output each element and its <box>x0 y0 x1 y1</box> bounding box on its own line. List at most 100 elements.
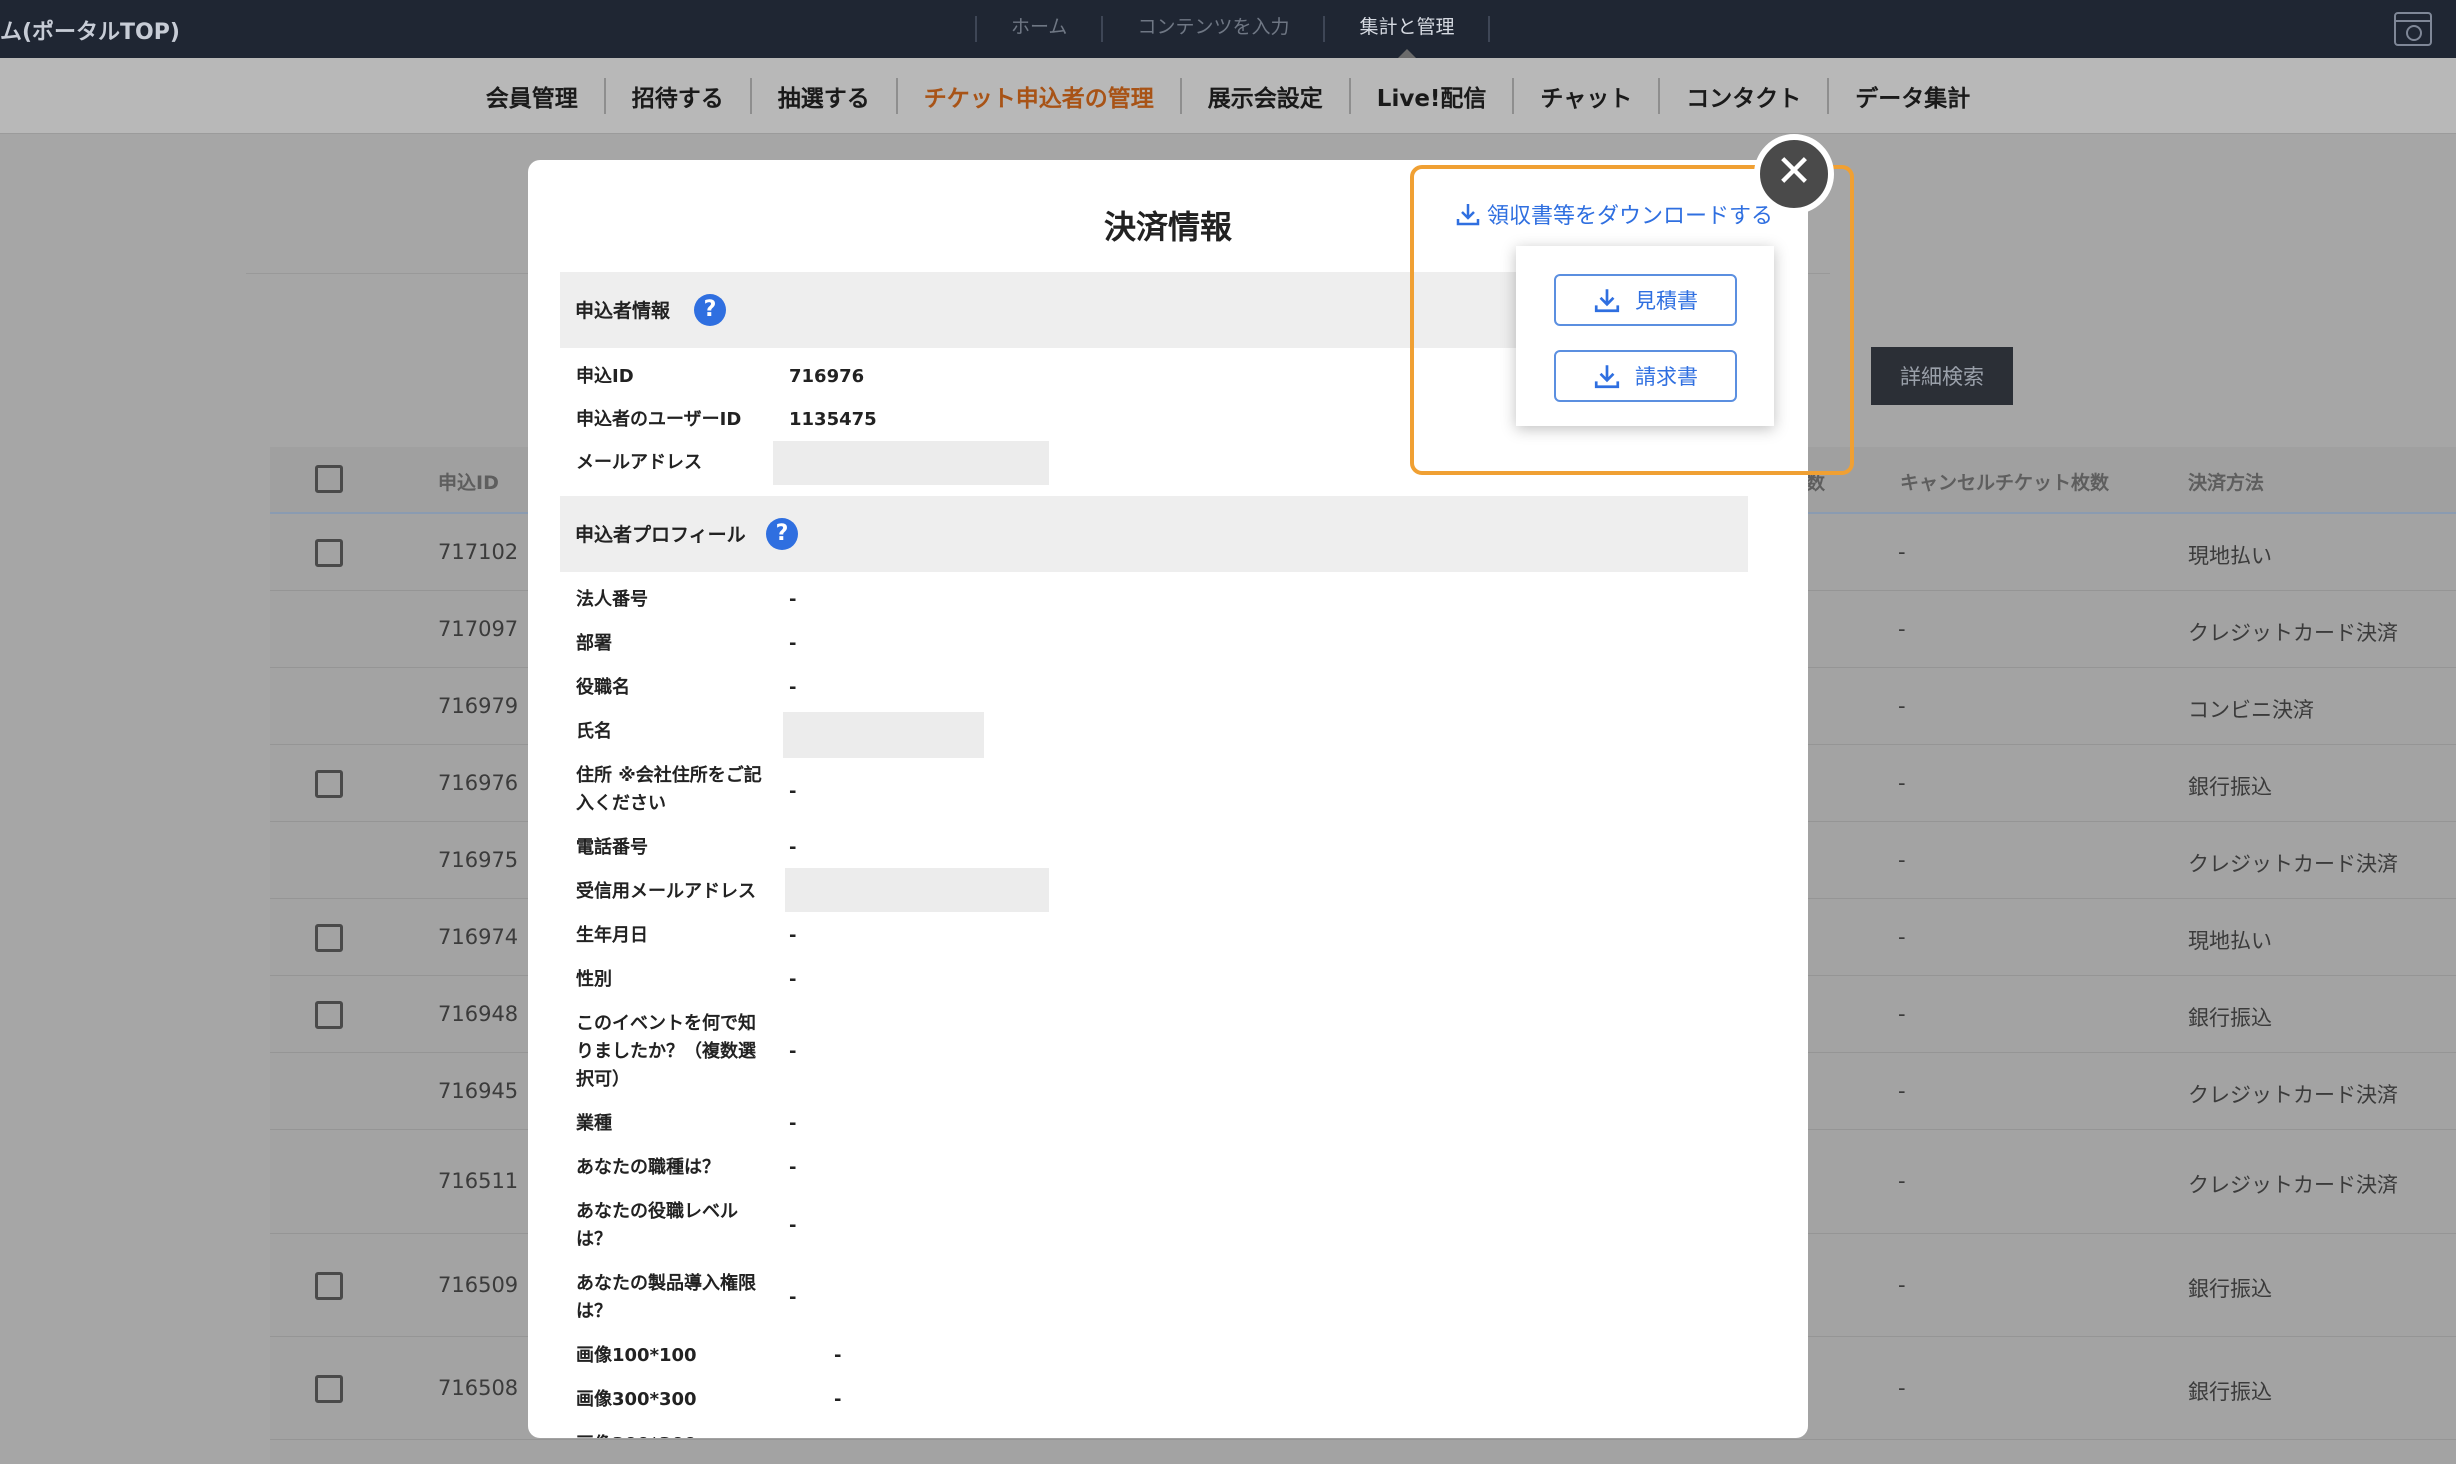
subnav-exhibition-settings[interactable]: 展示会設定 <box>1182 79 1349 113</box>
cell-payment: 現地払い <box>2188 929 2272 953</box>
cell-payment: クレジットカード決済 <box>2188 852 2398 876</box>
field-label: 法人番号 <box>576 589 648 610</box>
cell-id: 716945 <box>438 1079 519 1103</box>
field-value: - <box>834 1389 842 1410</box>
applicant-id-value: 716976 <box>789 366 865 387</box>
section-label: 申込者プロフィール <box>575 524 746 546</box>
cell-id: 716974 <box>438 925 519 949</box>
cell-cancel: - <box>1898 1079 1906 1103</box>
top-nav-aggregate-manage[interactable]: 集計と管理 <box>1325 0 1488 58</box>
cell-cancel: - <box>1898 848 1906 872</box>
field-label: 画像100*100 <box>576 1345 697 1366</box>
field-label: 受信用メールアドレス <box>576 881 756 902</box>
close-icon[interactable]: ✕ <box>1754 134 1834 214</box>
field-label: 電話番号 <box>576 837 648 858</box>
cell-id: 717097 <box>438 617 519 641</box>
email-redacted <box>773 441 1049 485</box>
subnav-contact[interactable]: コンタクト <box>1660 79 1827 113</box>
field-label: 役職名 <box>576 677 630 698</box>
recv-email-redacted <box>785 868 1049 912</box>
header-payment-method: 決済方法 <box>2188 472 2265 494</box>
applicant-profile-section: 申込者プロフィール ? <box>560 496 1748 572</box>
field-label: あなたの職種は？ <box>576 1157 720 1178</box>
subnav-members[interactable]: 会員管理 <box>460 79 604 113</box>
field-label: 生年月日 <box>576 925 648 946</box>
select-all-checkbox[interactable] <box>315 465 343 493</box>
subnav-ticket-applicants[interactable]: チケット申込者の管理 <box>898 79 1180 113</box>
cell-payment: 銀行振込 <box>2188 1277 2272 1301</box>
globe-icon[interactable] <box>2394 12 2432 46</box>
field-value: - <box>789 589 797 610</box>
field-label: このイベントを何で知りましたか？（複数選択可） <box>576 1013 756 1090</box>
cell-payment: クレジットカード決済 <box>2188 1173 2398 1197</box>
cell-payment: コンビニ決済 <box>2188 698 2314 722</box>
field-value: - <box>834 1345 842 1366</box>
cell-cancel: - <box>1898 1002 1906 1026</box>
field-label: 画像300*300 <box>576 1389 697 1410</box>
top-nav-content-input[interactable]: コンテンツを入力 <box>1103 0 1323 58</box>
row-checkbox[interactable] <box>315 924 343 952</box>
subnav-lottery[interactable]: 抽選する <box>752 79 896 113</box>
subnav-data[interactable]: データ集計 <box>1829 79 1996 113</box>
field-value: - <box>789 837 797 858</box>
cell-cancel: - <box>1898 1376 1906 1400</box>
field-value: - <box>789 925 797 946</box>
field-label: 部署 <box>576 633 612 654</box>
cell-id: 716948 <box>438 1002 519 1026</box>
help-icon[interactable]: ? <box>766 518 798 550</box>
cell-cancel: - <box>1898 694 1906 718</box>
name-redacted <box>783 712 984 758</box>
cell-id: 716508 <box>438 1376 519 1400</box>
cell-payment: 現地払い <box>2188 544 2272 568</box>
field-label: あなたの製品導入権限は？ <box>576 1273 756 1322</box>
cell-id: 716511 <box>438 1169 519 1193</box>
field-value: - <box>789 781 797 802</box>
row-checkbox[interactable] <box>315 1001 343 1029</box>
top-bar: ム(ポータルTOP) ホーム コンテンツを入力 集計と管理 <box>0 0 2456 58</box>
field-label: 画像300*300 <box>576 1430 697 1438</box>
sub-nav: 会員管理 招待する 抽選する チケット申込者の管理 展示会設定 Live!配信 … <box>0 58 2456 134</box>
subnav-live[interactable]: Live!配信 <box>1351 79 1513 113</box>
portal-top-link[interactable]: ム(ポータルTOP) <box>0 14 180 46</box>
detail-search-button[interactable]: 詳細検索 <box>1871 347 2013 405</box>
section-label: 申込者情報 <box>575 300 671 322</box>
field-value: - <box>789 1113 797 1134</box>
field-label: 性別 <box>576 969 612 990</box>
row-checkbox[interactable] <box>315 1272 343 1300</box>
field-value: - <box>789 677 797 698</box>
subnav-chat[interactable]: チャット <box>1514 79 1658 113</box>
user-id-value: 1135475 <box>789 409 877 430</box>
cell-id: 717102 <box>438 540 519 564</box>
cell-cancel: - <box>1898 540 1906 564</box>
row-checkbox[interactable] <box>315 1375 343 1403</box>
email-label: メールアドレス <box>576 452 702 473</box>
cell-cancel: - <box>1898 771 1906 795</box>
field-value: - <box>789 1157 797 1178</box>
cell-cancel: - <box>1898 1273 1906 1297</box>
cell-cancel: - <box>1898 925 1906 949</box>
field-value: - <box>789 633 797 654</box>
header-id: 申込ID <box>438 472 499 494</box>
field-label: 住所 ※会社住所をご記入ください <box>576 765 762 814</box>
cell-id: 716509 <box>438 1273 519 1297</box>
cell-payment: 銀行振込 <box>2188 775 2272 799</box>
cell-payment: クレジットカード決済 <box>2188 621 2398 645</box>
field-label: 業種 <box>576 1113 612 1134</box>
field-value: - <box>789 1041 797 1062</box>
cell-id: 716976 <box>438 771 519 795</box>
cell-payment: 銀行振込 <box>2188 1380 2272 1404</box>
field-label: あなたの役職レベルは？ <box>576 1201 738 1250</box>
field-label: 氏名 <box>576 721 612 742</box>
top-nav: ホーム コンテンツを入力 集計と管理 <box>975 0 1491 58</box>
row-checkbox[interactable] <box>315 539 343 567</box>
subnav-invite[interactable]: 招待する <box>606 79 750 113</box>
cell-id: 716975 <box>438 848 519 872</box>
row-checkbox[interactable] <box>315 770 343 798</box>
field-value: - <box>789 969 797 990</box>
help-icon[interactable]: ? <box>694 294 726 326</box>
field-value: - <box>789 1287 797 1308</box>
cell-id: 716979 <box>438 694 519 718</box>
cell-payment: 銀行振込 <box>2188 1006 2272 1030</box>
cell-cancel: - <box>1898 617 1906 641</box>
top-nav-home[interactable]: ホーム <box>977 0 1101 58</box>
